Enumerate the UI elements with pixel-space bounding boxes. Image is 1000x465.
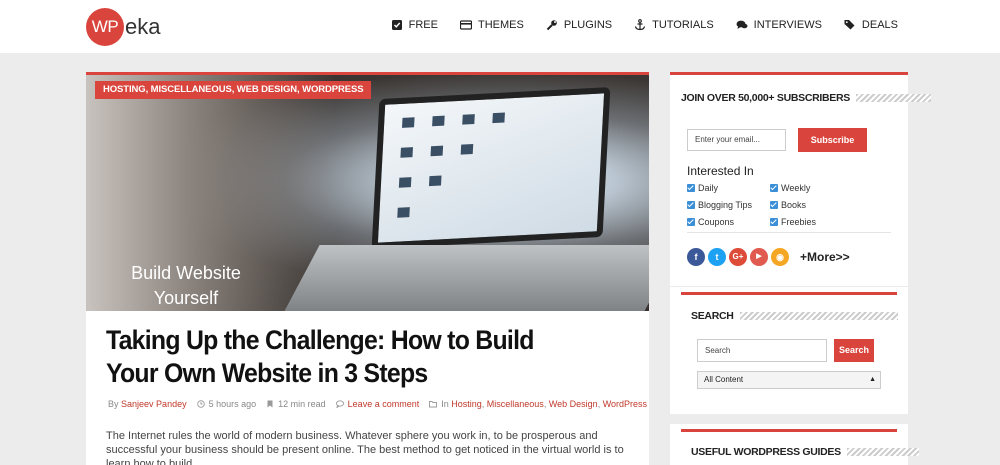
nav-label: THEMES: [477, 19, 524, 31]
divider: [687, 232, 891, 233]
option-weekly[interactable]: Weekly: [770, 183, 810, 193]
option-blogging-tips[interactable]: Blogging Tips: [687, 200, 752, 210]
site-logo[interactable]: WP eka: [86, 8, 160, 46]
hero-caption: Build Website Yourself: [131, 263, 241, 308]
post-meta: By Sanjeev Pandey 5 hours ago 12 min rea…: [108, 399, 648, 409]
nav-label: FREE: [408, 19, 438, 31]
laptop-keyboard-graphic: [282, 245, 649, 311]
category-link-hosting[interactable]: Hosting: [451, 399, 482, 409]
comment-icon: [335, 400, 344, 408]
title-stripes: [846, 448, 919, 456]
bookmark-icon: [267, 400, 273, 408]
checkbox-icon: [770, 184, 778, 192]
more-link[interactable]: +More>>: [800, 250, 850, 264]
accent-bar: [681, 292, 897, 295]
accent-bar: [670, 72, 908, 75]
category-link-miscellaneous[interactable]: Miscellaneous: [487, 399, 544, 409]
option-label: Daily: [698, 183, 719, 193]
category-link-wordpress[interactable]: WordPress: [603, 399, 647, 409]
checkbox-icon: [687, 218, 695, 226]
search-widget: SEARCH Search Search All Content ▲: [670, 287, 908, 414]
chat-bubbles-icon: [736, 20, 748, 29]
email-input[interactable]: Enter your email...: [687, 129, 786, 151]
post-time: 5 hours ago: [208, 399, 257, 409]
option-label: Coupons: [698, 217, 735, 227]
nav-interviews[interactable]: INTERVIEWS: [736, 19, 822, 31]
guides-title-text: USEFUL WORDPRESS GUIDES: [691, 446, 841, 458]
anchor-icon: [635, 19, 646, 31]
accent-bar: [681, 429, 897, 432]
option-label: Weekly: [781, 183, 811, 193]
nav-label: INTERVIEWS: [753, 19, 822, 31]
read-time: 12 min read: [278, 399, 326, 409]
facebook-icon[interactable]: f: [687, 248, 705, 266]
option-books[interactable]: Books: [770, 200, 806, 210]
subscribe-button[interactable]: Subscribe: [798, 128, 867, 152]
author-link[interactable]: Sanjeev Pandey: [121, 399, 187, 409]
checkbox-icon: [687, 201, 695, 209]
title-stripes: [856, 94, 931, 102]
search-input[interactable]: Search: [697, 339, 827, 362]
post-card: HOSTING, MISCELLANEOUS, WEB DESIGN, WORD…: [86, 72, 649, 465]
logo-mark: WP: [86, 8, 124, 46]
featured-image[interactable]: HOSTING, MISCELLANEOUS, WEB DESIGN, WORD…: [86, 75, 649, 311]
nav-themes[interactable]: THEMES: [459, 19, 524, 31]
nav-tutorials[interactable]: TUTORIALS: [634, 19, 714, 31]
nav-label: DEALS: [861, 19, 898, 31]
category-link-web-design[interactable]: Web Design: [549, 399, 598, 409]
search-button[interactable]: Search: [834, 339, 874, 362]
checkbox-icon: [687, 184, 695, 192]
checkbox-icon: [770, 218, 778, 226]
option-daily[interactable]: Daily: [687, 183, 718, 193]
by-label: By: [108, 399, 119, 409]
site-header: WP eka FREE THEMES PLUGINS TUTORIALS INT…: [0, 0, 1000, 53]
clock-icon: [196, 400, 205, 408]
comment-link[interactable]: Leave a comment: [348, 399, 420, 409]
subscribe-title: JOIN OVER 50,000+ SUBSCRIBERS: [681, 92, 931, 104]
post-title[interactable]: Taking Up the Challenge: How to Build Yo…: [106, 324, 584, 390]
search-title: SEARCH: [691, 310, 898, 322]
social-links: f t G+ ▶ ◉ +More>>: [687, 248, 850, 266]
subscribe-widget: JOIN OVER 50,000+ SUBSCRIBERS Enter your…: [670, 72, 931, 286]
credit-card-icon: [459, 20, 472, 30]
main-nav: FREE THEMES PLUGINS TUTORIALS INTERVIEWS…: [369, 19, 898, 31]
nav-free[interactable]: FREE: [391, 19, 438, 31]
nav-label: TUTORIALS: [652, 19, 714, 31]
guides-widget: USEFUL WORDPRESS GUIDES: [670, 424, 919, 465]
guides-title: USEFUL WORDPRESS GUIDES: [691, 446, 919, 458]
youtube-icon[interactable]: ▶: [750, 248, 768, 266]
nav-deals[interactable]: DEALS: [844, 19, 898, 31]
subscribe-title-text: JOIN OVER 50,000+ SUBSCRIBERS: [681, 92, 850, 104]
in-label: In: [441, 399, 449, 409]
option-label: Books: [781, 200, 807, 210]
content-filter-select[interactable]: All Content ▲: [697, 371, 881, 389]
search-title-text: SEARCH: [691, 310, 734, 322]
nav-plugins[interactable]: PLUGINS: [546, 19, 612, 31]
laptop-screen-graphic: [371, 87, 611, 249]
post-excerpt: The Internet rules the world of modern b…: [106, 430, 624, 465]
wrench-icon: [546, 20, 557, 31]
twitter-icon[interactable]: t: [708, 248, 726, 266]
select-arrows-icon: ▲: [869, 376, 876, 383]
category-tag[interactable]: HOSTING, MISCELLANEOUS, WEB DESIGN, WORD…: [95, 81, 372, 99]
option-label: Freebies: [781, 217, 817, 227]
select-value: All Content: [704, 375, 744, 384]
google-plus-icon[interactable]: G+: [729, 248, 747, 266]
tags-icon: [844, 20, 855, 30]
folder-icon: [429, 401, 438, 408]
interested-label: Interested In: [687, 164, 754, 178]
option-label: Blogging Tips: [698, 200, 753, 210]
checkbox-icon: [770, 201, 778, 209]
option-coupons[interactable]: Coupons: [687, 217, 734, 227]
rss-icon[interactable]: ◉: [771, 248, 789, 266]
logo-text: eka: [125, 14, 161, 39]
nav-label: PLUGINS: [563, 19, 613, 31]
option-freebies[interactable]: Freebies: [770, 217, 816, 227]
check-square-icon: [391, 20, 402, 30]
title-stripes: [739, 312, 898, 320]
